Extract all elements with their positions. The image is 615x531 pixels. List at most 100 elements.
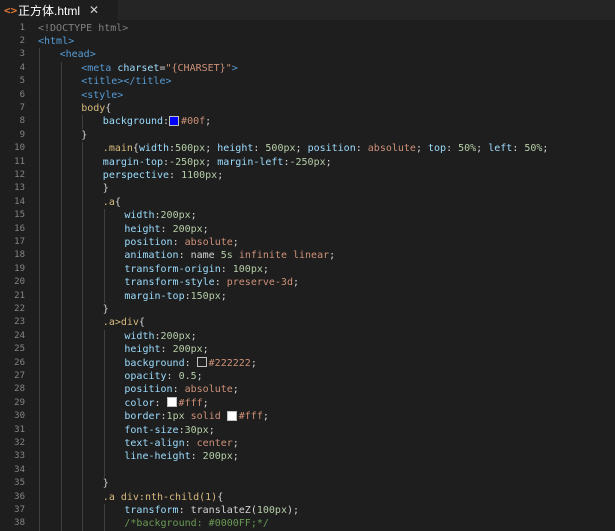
code-line[interactable]: 16 height: 200px; xyxy=(0,223,615,236)
code-text: height: 200px; xyxy=(124,223,208,236)
code-line[interactable]: 32 text-align: center; xyxy=(0,437,615,450)
color-swatch-icon[interactable] xyxy=(166,397,177,408)
code-line[interactable]: 29 color: #fff; xyxy=(0,397,615,410)
code-token: ; xyxy=(205,143,218,155)
code-line[interactable]: 36 .a div:nth-child(1){ xyxy=(0,491,615,504)
code-token: #222222 xyxy=(208,357,251,369)
code-token: preserve-3d xyxy=(226,277,293,289)
code-line[interactable]: 7 body{ xyxy=(0,102,615,115)
code-token: width xyxy=(124,330,155,342)
code-token: height xyxy=(124,344,161,356)
code-line[interactable]: 22} xyxy=(0,303,615,316)
code-line[interactable]: 35} xyxy=(0,477,615,490)
code-token: { xyxy=(138,317,145,329)
code-text: .a>div{ xyxy=(103,316,145,329)
line-number: 28 xyxy=(14,384,25,395)
code-line[interactable]: 21 margin-top:150px; xyxy=(0,290,615,303)
code-line[interactable]: 38 /*background: #0000FF;*/ xyxy=(0,517,615,530)
code-token: : xyxy=(160,223,173,235)
code-line[interactable]: 20 transform-style: preserve-3d; xyxy=(0,276,615,289)
code-token: 100px xyxy=(256,504,287,516)
code-token: : xyxy=(512,143,525,155)
code-token: position xyxy=(124,236,173,248)
code-line[interactable]: 27 opacity: 0.5; xyxy=(0,370,615,383)
tab-file[interactable]: <> 正方体.html ✕ xyxy=(0,0,118,20)
code-line[interactable]: 8 background: #00f; xyxy=(0,115,615,128)
tab-title: 正方体.html xyxy=(18,3,81,18)
code-token: 200px xyxy=(172,344,203,356)
code-line[interactable]: 19 transform-origin: 100px; xyxy=(0,263,615,276)
code-text: width:200px; xyxy=(124,330,196,343)
code-line[interactable]: 23 .a>div{ xyxy=(0,316,615,329)
code-token: ; xyxy=(329,250,336,262)
code-text: line-height: 200px; xyxy=(124,450,238,463)
code-line[interactable]: 12 perspective: 1100px; xyxy=(0,169,615,182)
code-token: #00f xyxy=(181,116,206,128)
code-token: ; xyxy=(217,169,224,181)
close-icon[interactable]: ✕ xyxy=(89,3,99,17)
code-token: -250px xyxy=(289,156,326,168)
code-token: 200px xyxy=(202,451,233,463)
code-token: ; xyxy=(292,277,300,289)
code-token: animation xyxy=(124,250,179,262)
code-token: ; xyxy=(190,330,197,342)
code-line[interactable]: 14 .a{ xyxy=(0,196,615,209)
code-token: border xyxy=(124,411,161,423)
code-line[interactable]: 30 border:1px solid #fff; xyxy=(0,410,615,423)
code-line[interactable]: 24 width:200px; xyxy=(0,330,615,343)
code-token: 1px xyxy=(166,411,185,423)
color-swatch-icon[interactable] xyxy=(226,410,237,421)
code-token: ; xyxy=(476,143,489,155)
code-text: width:200px; xyxy=(124,209,196,222)
code-token: solid xyxy=(190,411,227,423)
code-line[interactable]: 15 width:200px; xyxy=(0,209,615,222)
line-number: 2 xyxy=(19,35,25,46)
code-line[interactable]: 4 <meta charset="{CHARSET}"> xyxy=(0,62,615,75)
color-swatch-icon[interactable] xyxy=(196,357,207,367)
code-token: text-align xyxy=(124,437,185,449)
code-token: color xyxy=(124,397,155,409)
code-line[interactable]: 3 <head> xyxy=(0,48,615,61)
code-line[interactable]: 10 .main{width:500px; height: 500px; posi… xyxy=(0,142,615,155)
line-number: 3 xyxy=(19,49,25,60)
code-line[interactable]: 31 font-size:30px; xyxy=(0,424,615,437)
code-text: text-align: center; xyxy=(124,437,238,450)
code-line[interactable]: 26 background: #222222; xyxy=(0,357,615,370)
line-number: 26 xyxy=(14,357,25,368)
code-line[interactable]: 11 margin-top:-250px; margin-left:-250px; xyxy=(0,156,615,169)
code-line[interactable]: 34 xyxy=(0,464,615,477)
code-token: ; xyxy=(205,116,212,128)
code-line[interactable]: 9} xyxy=(0,129,615,142)
line-number: 5 xyxy=(19,76,25,87)
code-line[interactable]: 1 <!DOCTYPE html> xyxy=(0,22,615,35)
code-token: perspective xyxy=(102,169,170,181)
code-token: ; xyxy=(202,344,209,356)
code-token: 500px xyxy=(175,143,206,155)
color-swatch-icon[interactable] xyxy=(169,115,180,126)
code-line[interactable]: 28 position: absolute; xyxy=(0,383,615,396)
code-line[interactable]: 2 <html> xyxy=(0,35,615,48)
code-token: ); xyxy=(286,504,300,516)
code-text: perspective: 1100px; xyxy=(103,169,223,182)
code-token: ; xyxy=(232,451,239,463)
code-editor[interactable]: 1 <!DOCTYPE html> 2 <html> 3 <head> 4 <meta cha… xyxy=(0,20,615,531)
code-line[interactable]: 5 <title></title> xyxy=(0,75,615,88)
code-token: { xyxy=(114,196,121,208)
code-line[interactable]: 6 <style> xyxy=(0,89,615,102)
line-number: 17 xyxy=(14,236,25,247)
code-token: 100px xyxy=(232,263,263,275)
code-text: animation: name 5s infinite linear; xyxy=(124,249,335,262)
line-number: 14 xyxy=(14,196,25,207)
code-line[interactable]: 25 height: 200px; xyxy=(0,343,615,356)
code-line[interactable]: 17 position: absolute; xyxy=(0,236,615,249)
code-line[interactable]: 18 animation: name 5s infinite linear; xyxy=(0,249,615,262)
line-number: 29 xyxy=(14,397,25,408)
code-token: <style> xyxy=(81,89,124,101)
code-line[interactable]: 37 transform: translateZ(100px); xyxy=(0,504,615,517)
code-line[interactable]: 13} xyxy=(0,182,615,195)
code-line[interactable]: 33 line-height: 200px; xyxy=(0,450,615,463)
code-token: absolute xyxy=(184,384,233,396)
code-token: translateZ( xyxy=(190,504,257,516)
code-token: ; xyxy=(262,411,269,423)
code-token: .main xyxy=(102,143,133,155)
